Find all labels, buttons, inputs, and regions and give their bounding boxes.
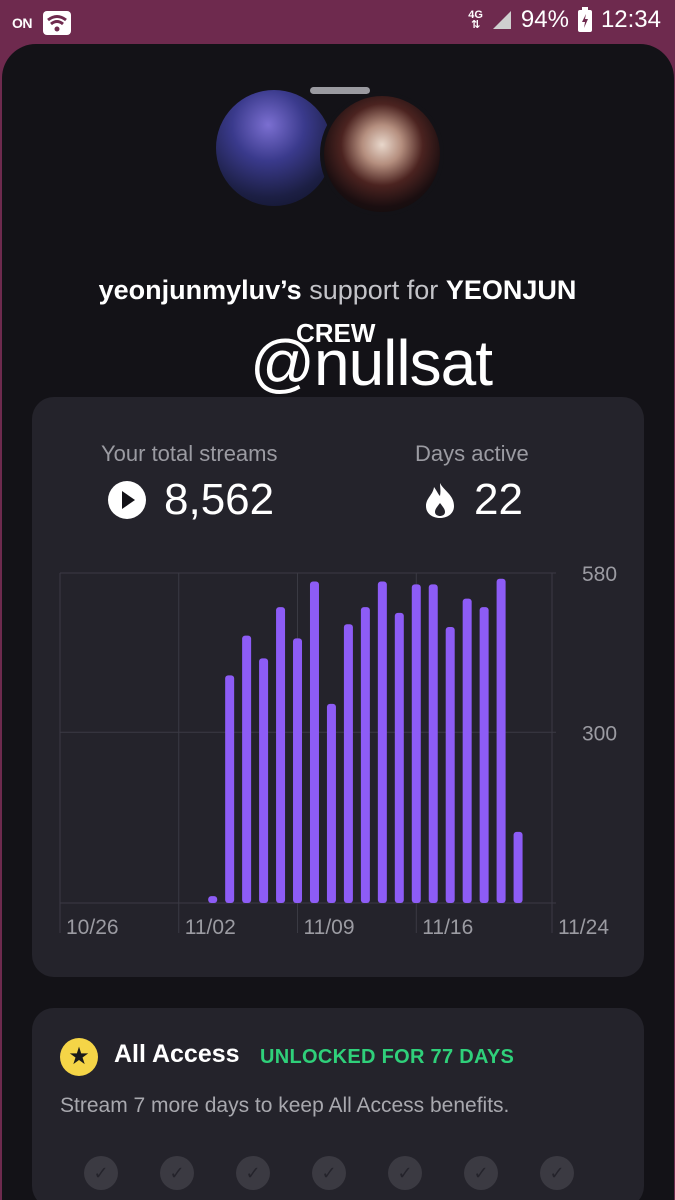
support-heading: yeonjunmyluv’s support for YEONJUN [0, 273, 675, 307]
username: yeonjunmyluv’s [98, 275, 302, 305]
status-right: 4G ⇅ 94% 12:34 [468, 6, 661, 34]
check-badge-icon: ✓ [388, 1156, 422, 1190]
artist-avatar [320, 92, 444, 216]
fan-avatar [216, 90, 332, 206]
status-left: ON [12, 10, 72, 36]
chart-bar [479, 607, 489, 903]
chart-bar [343, 624, 353, 903]
drag-handle[interactable] [310, 87, 370, 94]
chart-bar [394, 612, 404, 903]
chart-bar [225, 675, 235, 903]
chart-bar [445, 627, 455, 903]
check-badge-icon: ✓ [312, 1156, 346, 1190]
chart-bar [513, 831, 523, 903]
chart-bar [259, 658, 269, 903]
all-access-card: ★ All Access UNLOCKED FOR 77 DAYS Stream… [32, 1008, 644, 1200]
artist-name: YEONJUN [445, 275, 577, 305]
chart-bar [428, 584, 438, 903]
chart-bar [462, 598, 472, 903]
check-badge-icon: ✓ [464, 1156, 498, 1190]
wifi-icon [43, 11, 71, 35]
check-badge-icon: ✓ [540, 1156, 574, 1190]
chart-bar [377, 581, 387, 903]
x-tick-label: 11/02 [185, 916, 236, 939]
check-badge-icon: ✓ [160, 1156, 194, 1190]
signal-icon [492, 11, 511, 29]
y-tick-label: 580 [582, 563, 617, 586]
chart-bar [496, 578, 506, 903]
chart-bar [293, 638, 303, 903]
chart-bar [242, 635, 252, 903]
streams-chart: 580 300 10/26 11/02 11/09 11/16 11/24 [59, 563, 617, 939]
status-bar: ON 4G ⇅ 94% 12:34 [0, 0, 675, 44]
x-tick-label: 11/16 [422, 916, 473, 939]
on-icon: ON [12, 15, 33, 31]
chart-bar [276, 607, 286, 903]
network-indicator: 4G ⇅ [468, 9, 483, 31]
all-access-description: Stream 7 more days to keep All Access be… [60, 1094, 510, 1117]
unlocked-badge: UNLOCKED FOR 77 DAYS [260, 1046, 515, 1068]
all-access-title: All Access [114, 1040, 240, 1068]
chart-bar [360, 607, 370, 903]
check-badge-icon: ✓ [236, 1156, 270, 1190]
battery-percent: 94% [520, 6, 569, 33]
clock: 12:34 [600, 6, 661, 33]
star-icon: ★ [60, 1038, 98, 1076]
chart-bar [411, 584, 421, 903]
progress-checks: ✓ ✓ ✓ ✓ ✓ ✓ ✓ [84, 1156, 574, 1190]
x-tick-label: 10/26 [66, 916, 119, 939]
support-text: support for [309, 275, 439, 305]
chart-bar [326, 703, 336, 903]
chart-bar [309, 581, 319, 903]
watermark-text: @nullsat [250, 327, 493, 399]
x-tick-label: 11/09 [304, 916, 355, 939]
battery-icon [577, 7, 592, 32]
stats-card: Your total streams 8,562 Days active 22 … [32, 397, 644, 977]
y-tick-label: 300 [582, 722, 617, 745]
check-badge-icon: ✓ [84, 1156, 118, 1190]
x-tick-label: 11/24 [558, 916, 609, 939]
chart-bar [208, 896, 218, 903]
